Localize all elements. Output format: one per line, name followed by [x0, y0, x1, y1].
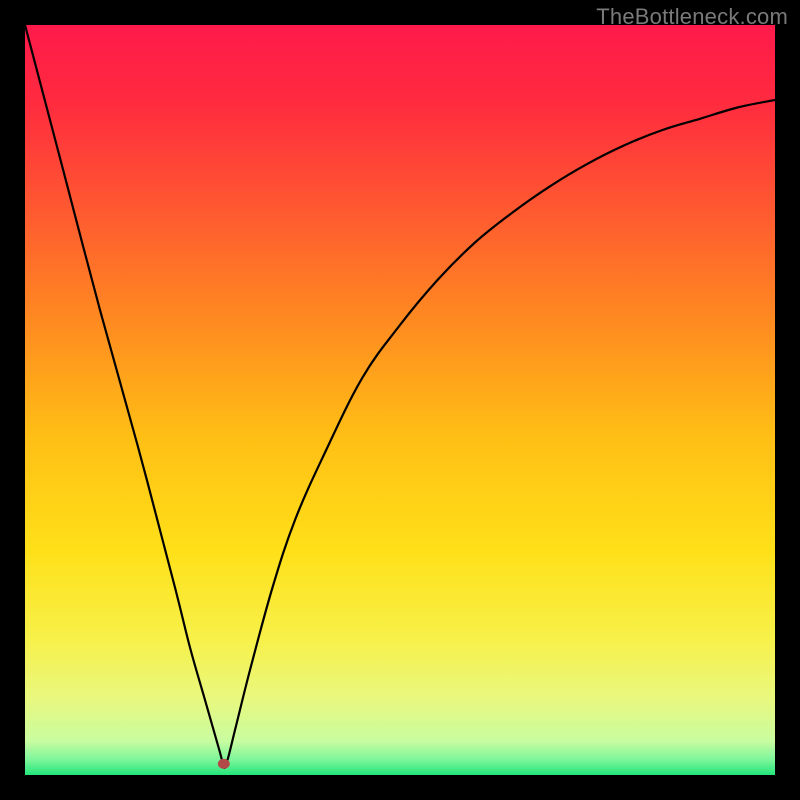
chart-background [25, 25, 775, 775]
watermark-text: TheBottleneck.com [596, 4, 788, 30]
optimum-marker [218, 759, 230, 769]
chart-frame [25, 25, 775, 775]
bottleneck-chart [25, 25, 775, 775]
